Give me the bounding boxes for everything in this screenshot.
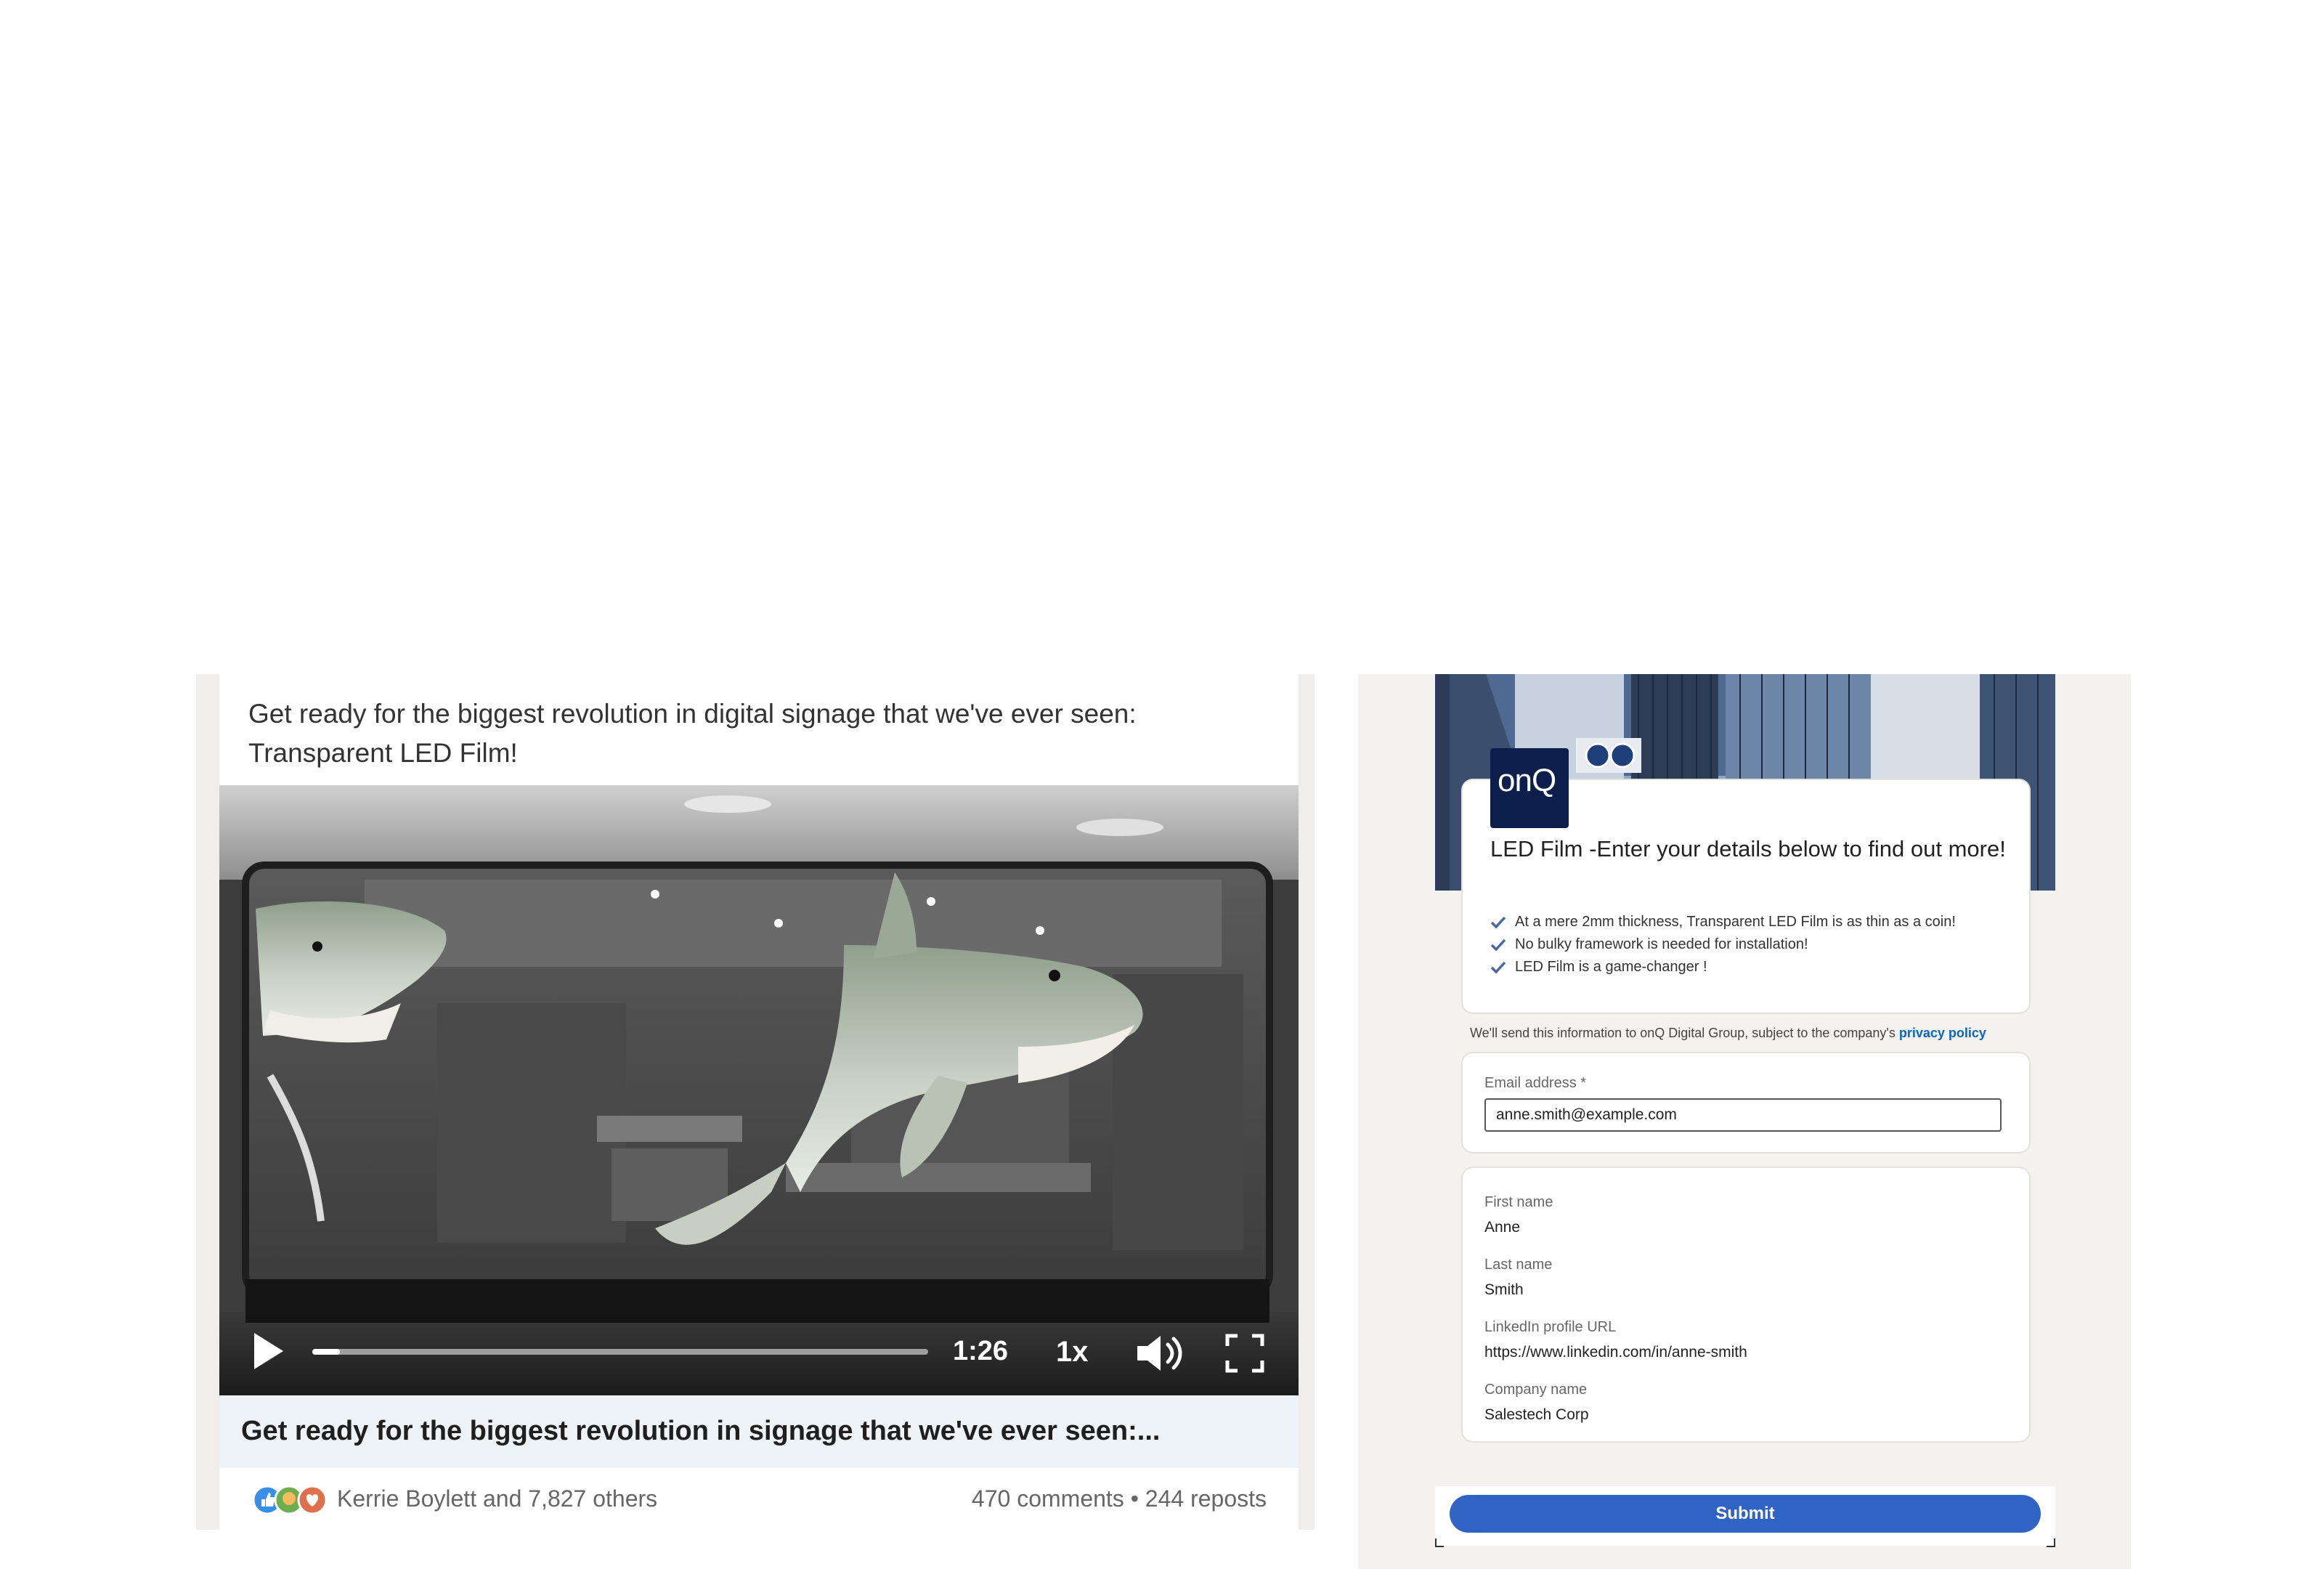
reactions-count[interactable]: Kerrie Boylett and 7,827 others [337, 1485, 657, 1512]
logo-text: onQ [1498, 763, 1556, 798]
email-field[interactable] [1484, 1098, 2002, 1132]
playback-speed-button[interactable]: 1x [1056, 1336, 1089, 1369]
volume-icon[interactable] [1136, 1333, 1184, 1374]
lead-form-panel: onQ LED Film -Enter your details below t… [1435, 674, 2055, 1547]
benefit-item: At a mere 2mm thickness, Transparent LED… [1490, 911, 2042, 933]
privacy-text: We'll send this information to onQ Digit… [1470, 1026, 1896, 1040]
privacy-notice: We'll send this information to onQ Digit… [1470, 1026, 1986, 1041]
video-progress-played [312, 1349, 341, 1355]
last-name-label: Last name [1484, 1257, 1553, 1273]
lead-form-container: onQ LED Film -Enter your details below t… [1358, 674, 2131, 1569]
benefit-text: LED Film is a game-changer ! [1515, 959, 1707, 975]
play-icon[interactable] [251, 1330, 286, 1372]
benefit-item: No bulky framework is needed for install… [1490, 933, 2042, 956]
company-name-label: Company name [1484, 1382, 1588, 1398]
love-reaction-icon [297, 1485, 328, 1515]
reaction-icons [252, 1485, 328, 1515]
feed-post-container: Get ready for the biggest revolution in … [196, 674, 1315, 1530]
video-controls: 1:26 1x [219, 1313, 1299, 1395]
frame-corner-right [2047, 1538, 2055, 1547]
video-time: 1:26 [953, 1336, 1009, 1366]
company-logo: onQ [1490, 748, 1569, 828]
submit-area: Submit [1435, 1486, 2055, 1546]
linkedin-url-label: LinkedIn profile URL [1484, 1319, 1617, 1335]
first-name-label: First name [1484, 1194, 1553, 1210]
check-icon [1490, 938, 1506, 952]
company-name-value[interactable]: Salestech Corp [1484, 1406, 1589, 1424]
linkedin-url-value[interactable]: https://www.linkedin.com/in/anne-smith [1484, 1344, 1747, 1361]
benefit-list: At a mere 2mm thickness, Transparent LED… [1490, 911, 2042, 978]
first-name-value[interactable]: Anne [1484, 1219, 1520, 1236]
frame-corner-left [1435, 1538, 1444, 1547]
feed-post-card: Get ready for the biggest revolution in … [219, 674, 1299, 1530]
video-caption-bar[interactable]: Get ready for the biggest revolution in … [219, 1395, 1299, 1468]
last-name-value[interactable]: Smith [1484, 1281, 1524, 1299]
comments-count[interactable]: 470 comments [972, 1485, 1124, 1512]
check-icon [1490, 961, 1506, 974]
details-card: First name Anne Last name Smith LinkedIn… [1463, 1168, 2029, 1441]
email-field-card: Email address * [1463, 1053, 2029, 1152]
form-title: LED Film -Enter your details below to fi… [1490, 836, 2006, 861]
count-separator: • [1130, 1485, 1139, 1512]
check-icon [1490, 916, 1506, 929]
submit-button[interactable]: Submit [1450, 1495, 2041, 1533]
video-caption: Get ready for the biggest revolution in … [241, 1416, 1161, 1446]
video-player[interactable]: 1:26 1x [219, 785, 1299, 1395]
post-text: Get ready for the biggest revolution in … [248, 699, 1137, 768]
reposts-count[interactable]: 244 reposts [1145, 1485, 1267, 1512]
fullscreen-icon[interactable] [1224, 1333, 1265, 1374]
social-counts-bar: Kerrie Boylett and 7,827 others 470 comm… [219, 1468, 1299, 1530]
video-frame [219, 785, 1299, 1395]
benefit-item: LED Film is a game-changer ! [1490, 956, 2042, 978]
benefit-text: No bulky framework is needed for install… [1515, 936, 1808, 952]
engagement-counts: 470 comments • 244 reposts [972, 1485, 1267, 1512]
email-label: Email address * [1484, 1075, 1587, 1091]
privacy-policy-link[interactable]: privacy policy [1899, 1026, 1986, 1040]
video-progress-bar[interactable] [312, 1349, 928, 1355]
benefit-text: At a mere 2mm thickness, Transparent LED… [1515, 914, 1956, 930]
